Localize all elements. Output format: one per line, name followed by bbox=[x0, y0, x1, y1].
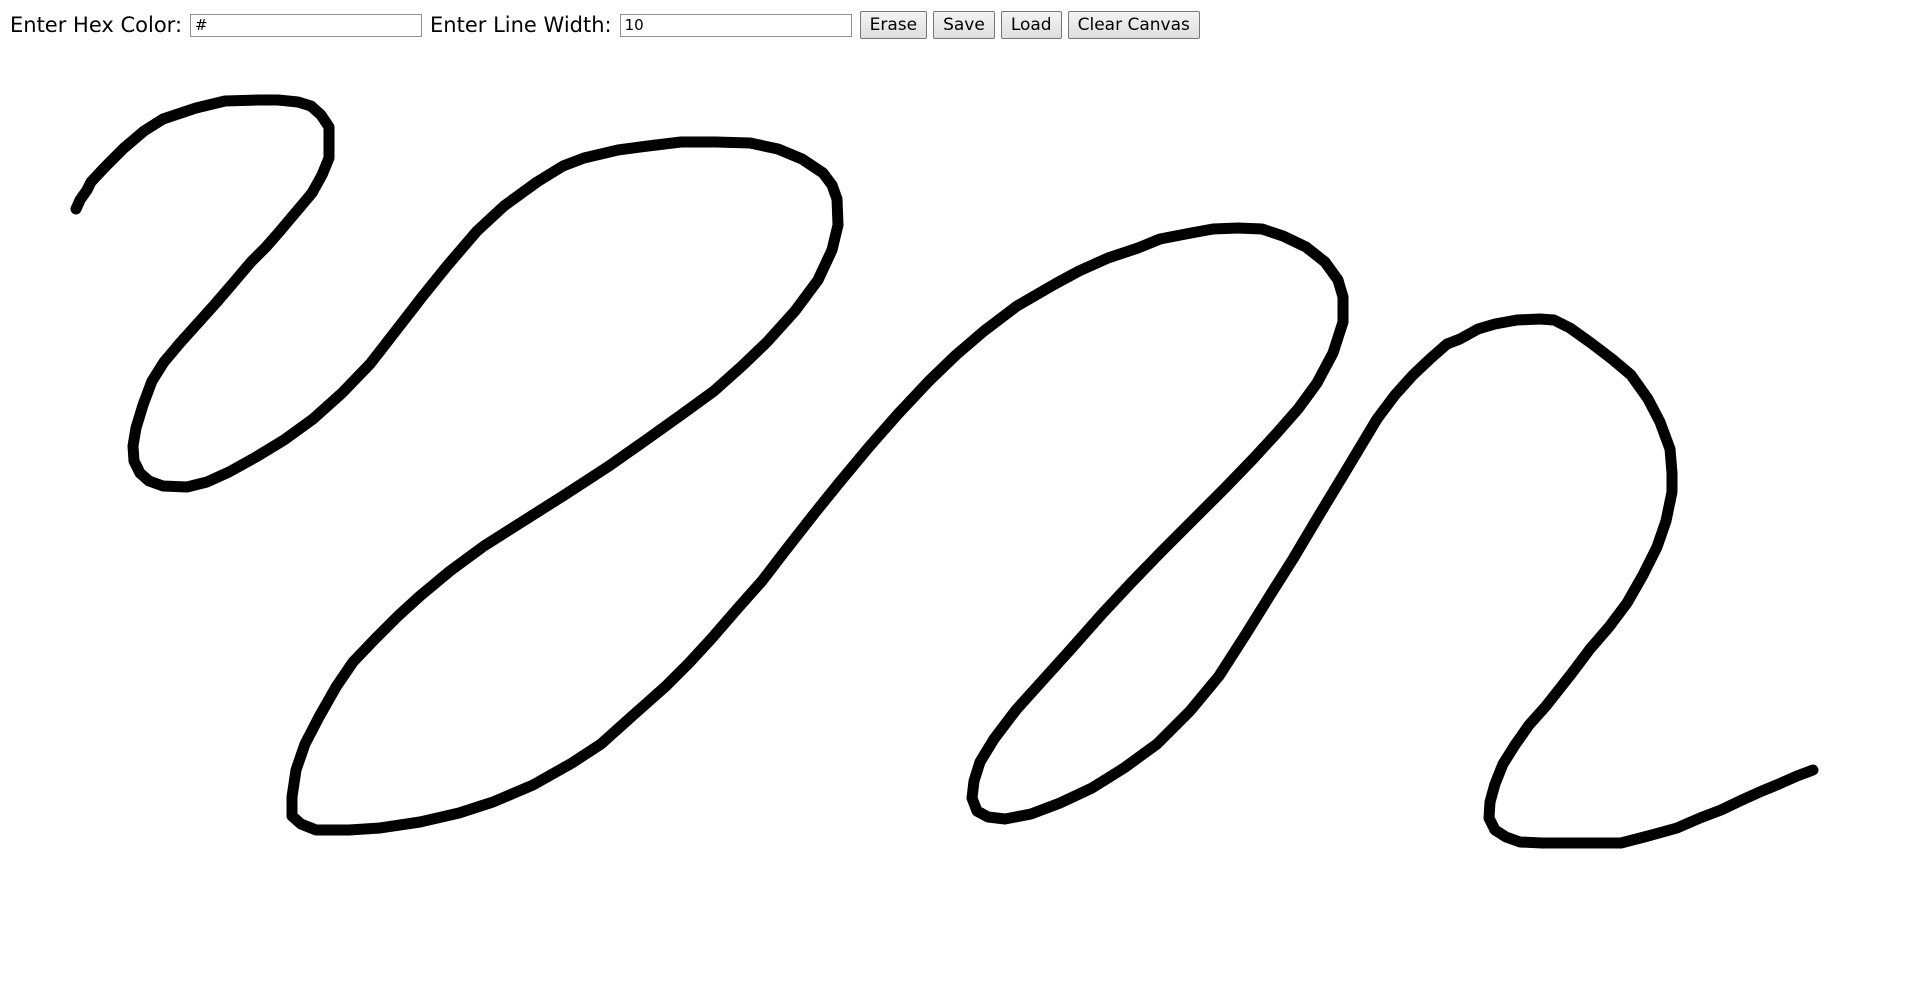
drawing-canvas[interactable] bbox=[0, 50, 1930, 990]
clear-canvas-button[interactable]: Clear Canvas bbox=[1067, 11, 1200, 39]
line-width-input[interactable] bbox=[619, 13, 852, 37]
save-button[interactable]: Save bbox=[933, 11, 995, 39]
toolbar: Enter Hex Color: Enter Line Width: Erase… bbox=[0, 0, 1200, 50]
line-width-label: Enter Line Width: bbox=[430, 13, 612, 37]
load-button[interactable]: Load bbox=[1000, 11, 1062, 39]
hex-color-input[interactable] bbox=[190, 13, 423, 37]
drawn-stroke bbox=[70, 94, 1819, 849]
erase-button[interactable]: Erase bbox=[859, 11, 928, 39]
drawing-surface[interactable] bbox=[0, 50, 1930, 990]
hex-color-label: Enter Hex Color: bbox=[10, 13, 183, 37]
